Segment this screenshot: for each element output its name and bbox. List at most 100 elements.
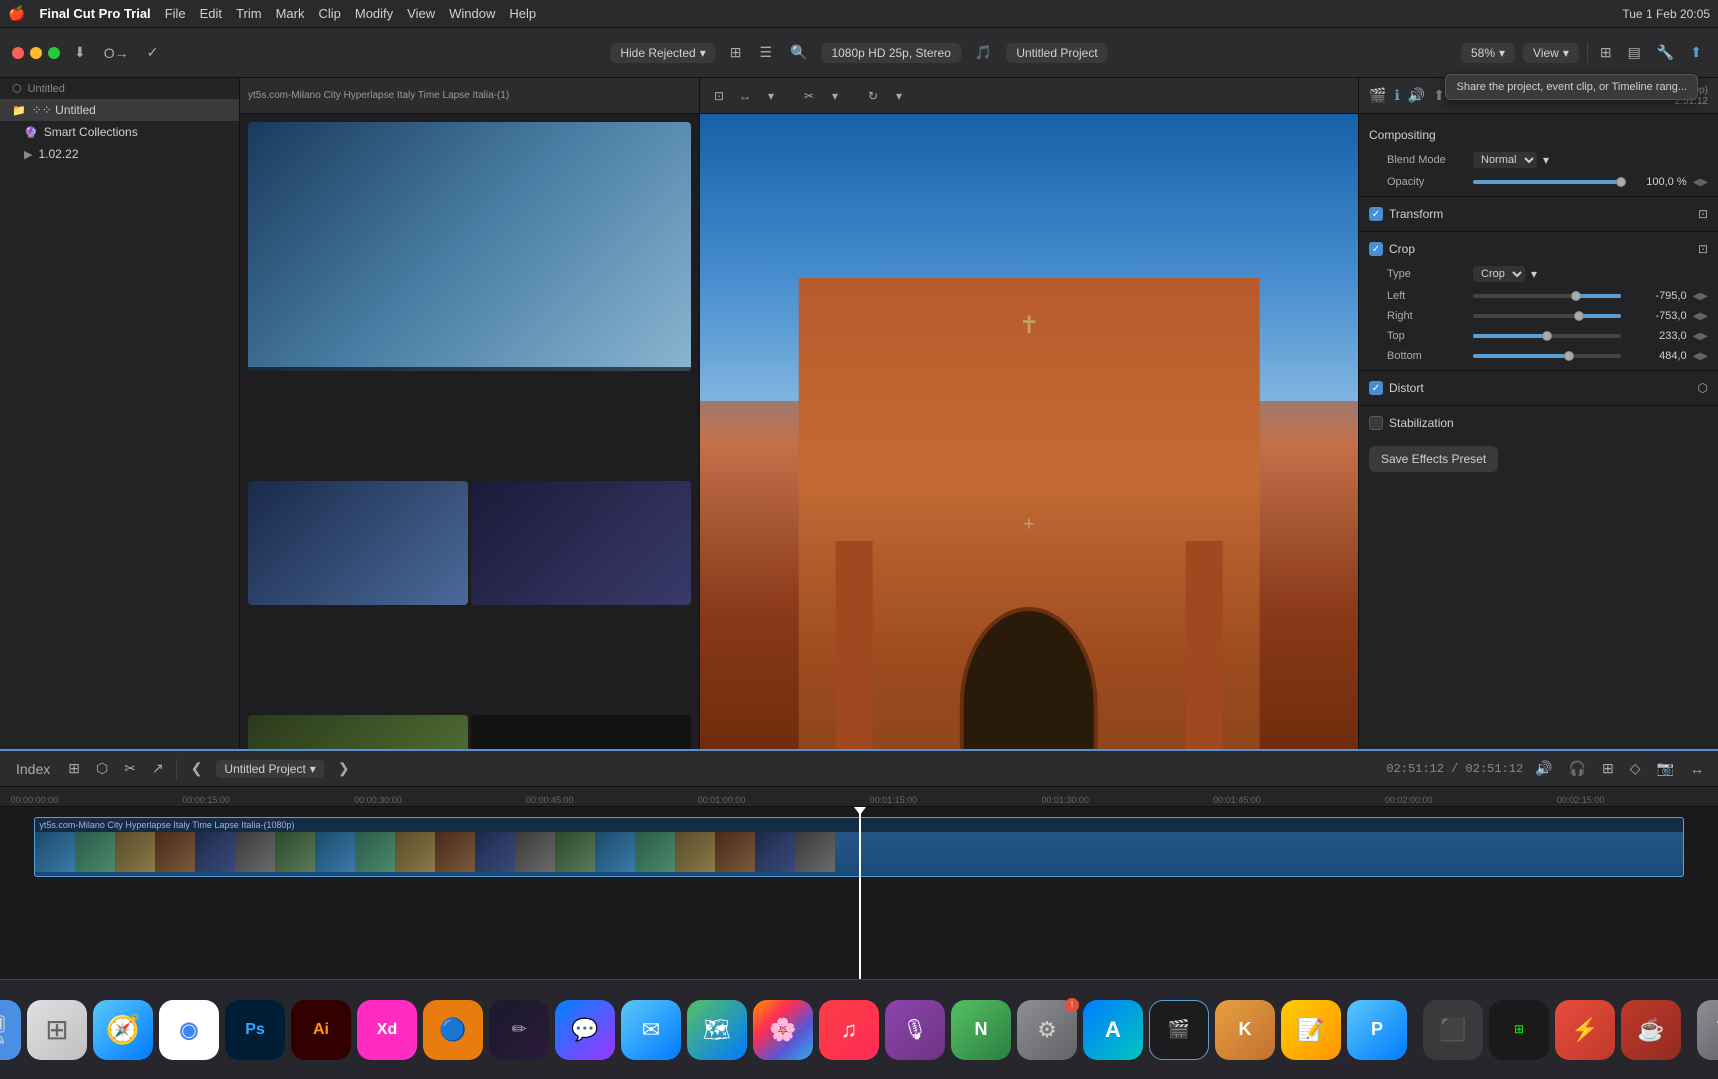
share-inspector-icon[interactable]: ⬆ <box>1433 87 1445 104</box>
compositing-section-header[interactable]: Compositing <box>1359 122 1718 148</box>
dock-focus[interactable]: ☕ <box>1621 1000 1681 1060</box>
inspector-button[interactable]: 🔧 <box>1653 40 1678 65</box>
timeline-select-btn[interactable]: ↗ <box>148 756 168 781</box>
media-thumb-1[interactable] <box>248 122 691 371</box>
timeline-headphones-btn[interactable]: 🎧 <box>1565 756 1590 781</box>
timeline-trim-btn[interactable]: ⊞ <box>1598 756 1618 781</box>
timeline-layout-btn[interactable]: ⊞ <box>64 756 84 781</box>
audio-button[interactable]: 🎵 <box>971 40 996 65</box>
dock-vectornator[interactable]: ✏ <box>489 1000 549 1060</box>
dock-chrome[interactable]: ◉ <box>159 1000 219 1060</box>
share-button[interactable]: ⬆ <box>1686 40 1706 65</box>
opacity-thumb[interactable] <box>1616 177 1626 187</box>
crop-top-slider[interactable] <box>1473 334 1621 338</box>
info-inspector-icon[interactable]: ℹ <box>1394 87 1399 104</box>
crop-right-thumb[interactable] <box>1574 311 1584 321</box>
dock-photos[interactable]: 🌸 <box>753 1000 813 1060</box>
keyword-button[interactable]: O→ <box>100 41 133 65</box>
timeline-prev-btn[interactable]: ❮ <box>185 758 209 779</box>
sidebar-item-event[interactable]: ▶ 1.02.22 <box>0 143 239 165</box>
video-inspector-icon[interactable]: 🎬 <box>1369 87 1386 104</box>
blend-mode-select[interactable]: Normal <box>1473 152 1537 168</box>
view-dropdown[interactable]: View ▾ <box>1523 43 1579 63</box>
transform-section-header[interactable]: ✓ Transform ⊡ <box>1359 201 1718 227</box>
crop-bottom-thumb[interactable] <box>1564 351 1574 361</box>
menu-edit[interactable]: Edit <box>200 6 222 21</box>
dock-music[interactable]: ♫ <box>819 1000 879 1060</box>
dock-ps[interactable]: Ps <box>225 1000 285 1060</box>
dock-launchpad[interactable]: ⊞ <box>27 1000 87 1060</box>
dock-keynote[interactable]: K <box>1215 1000 1275 1060</box>
sidebar-item-smart-collections[interactable]: 🔮 Smart Collections <box>0 121 239 143</box>
dock-system-prefs[interactable]: ⚙! <box>1017 1000 1077 1060</box>
crop-left-thumb[interactable] <box>1571 291 1581 301</box>
timeline-blade-btn[interactable]: ✂ <box>120 756 140 781</box>
zoom-dropdown[interactable]: 58% ▾ <box>1461 43 1515 63</box>
dock-blender[interactable]: 🔵 <box>423 1000 483 1060</box>
search-button[interactable]: 🔍 <box>786 40 811 65</box>
dock-mail[interactable]: ✉ <box>621 1000 681 1060</box>
timeline-playhead[interactable] <box>859 807 861 979</box>
viewer-transform-icon[interactable]: ↔ <box>734 85 756 107</box>
sidebar-item-library[interactable]: ⬡ Untitled <box>0 78 239 99</box>
transform-checkbox[interactable]: ✓ <box>1369 207 1383 221</box>
viewer-rotate-chevron-icon[interactable]: ▾ <box>888 85 910 107</box>
dock-numbers[interactable]: N <box>951 1000 1011 1060</box>
dock-maps[interactable]: 🗺 <box>687 1000 747 1060</box>
dock-safari[interactable]: 🧭 <box>93 1000 153 1060</box>
dock-ai[interactable]: Ai <box>291 1000 351 1060</box>
menu-window[interactable]: Window <box>449 6 495 21</box>
timeline-next-btn[interactable]: ❯ <box>332 758 356 779</box>
save-button[interactable]: ⬇ <box>70 40 90 65</box>
dock-magnet[interactable]: ⚡ <box>1555 1000 1615 1060</box>
crop-top-thumb[interactable] <box>1542 331 1552 341</box>
menu-file[interactable]: File <box>165 6 186 21</box>
audio-inspector-icon[interactable]: 🔊 <box>1408 87 1425 104</box>
viewer-rotate-icon[interactable]: ↻ <box>862 85 884 107</box>
minimize-button[interactable] <box>30 47 42 59</box>
timeline-marker-btn[interactable]: ◇ <box>1626 756 1645 781</box>
dock-fcp[interactable]: 🎬 <box>1149 1000 1209 1060</box>
viewer-fit-icon[interactable]: ⊡ <box>708 85 730 107</box>
viewer-chevron-icon[interactable]: ▾ <box>760 85 782 107</box>
app-name[interactable]: Final Cut Pro Trial <box>39 6 150 21</box>
save-effects-preset-button[interactable]: Save Effects Preset <box>1369 446 1498 472</box>
dock-screen[interactable]: ⬛ <box>1423 1000 1483 1060</box>
check-button[interactable]: ✓ <box>143 40 163 65</box>
list-view-button[interactable]: ▤ <box>1624 40 1645 65</box>
sidebar-item-untitled[interactable]: 📁 ⁘⁘ Untitled <box>0 99 239 121</box>
opacity-adjust[interactable]: ◀▶ <box>1693 177 1708 188</box>
list-button[interactable]: ☰ <box>755 40 776 65</box>
dock-messenger[interactable]: 💬 <box>555 1000 615 1060</box>
stabilization-section-header[interactable]: Stabilization <box>1359 410 1718 436</box>
crop-checkbox[interactable]: ✓ <box>1369 242 1383 256</box>
media-thumb-2[interactable] <box>248 481 468 605</box>
dock-pixelmator[interactable]: P <box>1347 1000 1407 1060</box>
layout-button[interactable]: ⊞ <box>726 40 746 65</box>
timeline-clip-btn[interactable]: ⬡ <box>92 756 112 781</box>
crop-left-adjust[interactable]: ◀▶ <box>1693 291 1708 302</box>
dock-trash[interactable]: 🗑 <box>1697 1000 1718 1060</box>
fullscreen-button[interactable] <box>48 47 60 59</box>
filter-dropdown[interactable]: Hide Rejected ▾ <box>610 43 715 63</box>
timeline-audio-btn[interactable]: 🔊 <box>1531 756 1556 781</box>
dock-finder[interactable]: 🖥 <box>0 1000 21 1060</box>
crop-bottom-slider[interactable] <box>1473 354 1621 358</box>
timeline-sfx-btn[interactable]: ↔ <box>1686 757 1708 781</box>
dock-terminal[interactable]: ⊞ <box>1489 1000 1549 1060</box>
dock-appstore[interactable]: A <box>1083 1000 1143 1060</box>
menu-mark[interactable]: Mark <box>276 6 305 21</box>
menu-clip[interactable]: Clip <box>318 6 340 21</box>
timeline-snapshot-btn[interactable]: 📷 <box>1653 756 1678 781</box>
crop-section-header[interactable]: ✓ Crop ⊡ <box>1359 236 1718 262</box>
apple-menu[interactable]: 🍎 <box>8 5 25 22</box>
distort-section-header[interactable]: ✓ Distort ⬡ <box>1359 375 1718 401</box>
resolution-dropdown[interactable]: 1080p HD 25p, Stereo <box>821 43 960 63</box>
menu-modify[interactable]: Modify <box>355 6 393 21</box>
dock-xd[interactable]: Xd <box>357 1000 417 1060</box>
crop-top-adjust[interactable]: ◀▶ <box>1693 331 1708 342</box>
crop-bottom-adjust[interactable]: ◀▶ <box>1693 351 1708 362</box>
media-thumb-3[interactable] <box>471 481 691 605</box>
menu-trim[interactable]: Trim <box>236 6 262 21</box>
index-button[interactable]: Index <box>10 759 56 779</box>
